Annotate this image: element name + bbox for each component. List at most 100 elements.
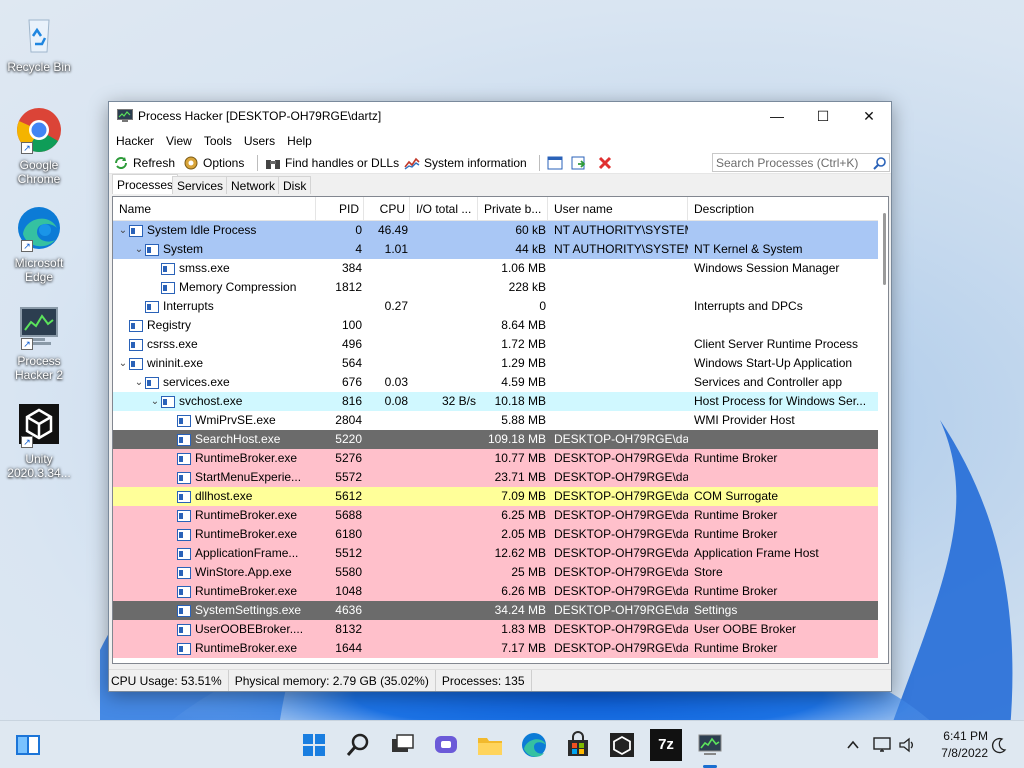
shortcut-arrow-icon: ↗ bbox=[21, 142, 33, 154]
expander-icon[interactable]: ⌄ bbox=[117, 354, 129, 373]
cell-name: ApplicationFrame... bbox=[113, 544, 316, 563]
table-row[interactable]: UserOOBEBroker.... 8132 1.83 MB DESKTOP-OH7… bbox=[113, 620, 888, 639]
cell-private-bytes: 1.06 MB bbox=[501, 261, 546, 275]
menu-tools[interactable]: Tools bbox=[198, 131, 238, 152]
menu-hacker[interactable]: Hacker bbox=[110, 131, 160, 152]
search-icon[interactable] bbox=[873, 156, 887, 170]
terminate-icon[interactable] bbox=[597, 155, 613, 171]
cell-description: User OOBE Broker bbox=[694, 622, 797, 636]
tab-disk[interactable]: Disk bbox=[278, 176, 312, 194]
table-row[interactable]: Memory Compression 1812 228 kB bbox=[113, 278, 888, 297]
table-row[interactable]: RuntimeBroker.exe 1048 6.26 MB DESKTOP-OH79… bbox=[113, 582, 888, 601]
unity-icon[interactable] bbox=[606, 729, 638, 761]
chevron-up-icon[interactable] bbox=[846, 738, 860, 752]
vertical-scrollbar[interactable] bbox=[878, 197, 888, 663]
table-row[interactable]: RuntimeBroker.exe 6180 2.05 MB DESKTOP-OH79… bbox=[113, 525, 888, 544]
desktop-icon-chrome[interactable]: ↗ Google Chrome bbox=[4, 106, 74, 186]
store-icon[interactable] bbox=[562, 729, 594, 761]
table-row[interactable]: RuntimeBroker.exe 5688 6.25 MB DESKTOP-OH79… bbox=[113, 506, 888, 525]
process-list[interactable]: Name PID CPU I/O total ... Private b... … bbox=[112, 196, 889, 664]
7zip-icon[interactable]: 7z bbox=[650, 729, 682, 761]
desktop-icon-recycle-bin[interactable]: Recycle Bin bbox=[4, 8, 74, 74]
expander-icon[interactable]: ⌄ bbox=[149, 392, 161, 411]
cell-io-total bbox=[410, 620, 478, 639]
widgets-icon[interactable] bbox=[12, 729, 44, 761]
table-row[interactable]: smss.exe 384 1.06 MB Windows Session Manage… bbox=[113, 259, 888, 278]
column-cpu[interactable]: CPU bbox=[364, 197, 410, 220]
clock-time[interactable]: 6:41 PM bbox=[932, 729, 988, 743]
table-row[interactable]: ⌄ System 4 1.01 44 kB NT AUTHORITY\SYSTEM NT K… bbox=[113, 240, 888, 259]
table-row[interactable]: WmiPrvSE.exe 2804 5.88 MB WMI Provider Host bbox=[113, 411, 888, 430]
search-input[interactable]: Search Processes (Ctrl+K) bbox=[712, 153, 890, 172]
cell-pid: 816 bbox=[341, 394, 362, 408]
process-icon bbox=[177, 604, 191, 617]
cell-pid: 5276 bbox=[335, 451, 362, 465]
table-row[interactable]: ⌄ System Idle Process 0 46.49 60 kB NT AUTHOR… bbox=[113, 221, 888, 240]
column-pid[interactable]: PID bbox=[316, 197, 364, 220]
system-information-button[interactable]: System information bbox=[404, 154, 527, 172]
table-row[interactable]: ApplicationFrame... 5512 12.62 MB DESKTOP-O… bbox=[113, 544, 888, 563]
title-bar[interactable]: Process Hacker [DESKTOP-OH79RGE\dartz] —… bbox=[109, 102, 891, 131]
task-view-icon[interactable] bbox=[386, 729, 418, 761]
start-icon[interactable] bbox=[298, 729, 330, 761]
menu-users[interactable]: Users bbox=[238, 131, 281, 152]
expander-icon[interactable]: ⌄ bbox=[133, 373, 145, 392]
process-name: services.exe bbox=[163, 375, 230, 389]
column-description[interactable]: Description bbox=[688, 197, 878, 220]
find-handles-button[interactable]: Find handles or DLLs bbox=[265, 154, 399, 172]
cell-user-name: DESKTOP-OH79RGE\dart bbox=[554, 584, 688, 598]
quiet-hours-icon[interactable] bbox=[990, 736, 1008, 754]
desktop-icon-unity[interactable]: ↗ Unity 2020.3.34... bbox=[4, 400, 74, 480]
desktop-icon-process-hacker[interactable]: ↗ Process Hacker 2 bbox=[4, 302, 74, 382]
tab-network[interactable]: Network bbox=[226, 176, 281, 194]
table-row[interactable]: StartMenuExperie... 5572 23.71 MB DESKTOP-O… bbox=[113, 468, 888, 487]
tab-processes[interactable]: Processes bbox=[112, 174, 179, 194]
file-explorer-icon[interactable] bbox=[474, 729, 506, 761]
close-button[interactable]: ✕ bbox=[846, 102, 892, 131]
network-icon[interactable] bbox=[872, 736, 892, 754]
expander-icon[interactable]: ⌄ bbox=[133, 240, 145, 259]
process-icon bbox=[177, 585, 191, 598]
minimize-button[interactable]: — bbox=[754, 102, 800, 131]
table-row[interactable]: WinStore.App.exe 5580 25 MB DESKTOP-OH79RGE… bbox=[113, 563, 888, 582]
options-button[interactable]: Options bbox=[183, 154, 244, 172]
column-io-total[interactable]: I/O total ... bbox=[410, 197, 478, 220]
table-row[interactable]: ⌄ wininit.exe 564 1.29 MB Windows Start-Up A… bbox=[113, 354, 888, 373]
menu-view[interactable]: View bbox=[160, 131, 198, 152]
table-row[interactable]: ⌄ svchost.exe 816 0.08 32 B/s 10.18 MB Host Pr… bbox=[113, 392, 888, 411]
table-row[interactable]: RuntimeBroker.exe 5276 10.77 MB DESKTOP-OH7… bbox=[113, 449, 888, 468]
table-row[interactable]: Interrupts 0.27 0 Interrupts and DPCs bbox=[113, 297, 888, 316]
process-icon bbox=[177, 566, 191, 579]
process-name: Interrupts bbox=[163, 299, 214, 313]
column-user-name[interactable]: User name bbox=[548, 197, 688, 220]
column-private-bytes[interactable]: Private b... bbox=[478, 197, 548, 220]
expander-icon[interactable]: ⌄ bbox=[117, 221, 129, 240]
cell-io-total bbox=[410, 487, 478, 506]
chat-icon[interactable] bbox=[430, 729, 462, 761]
scrollbar-thumb[interactable] bbox=[883, 213, 886, 285]
table-row[interactable]: RuntimeBroker.exe 1644 7.17 MB DESKTOP-OH79… bbox=[113, 639, 888, 658]
process-hacker-icon[interactable] bbox=[694, 729, 726, 761]
window-go-icon[interactable] bbox=[571, 155, 587, 171]
table-row[interactable]: SearchHost.exe 5220 109.18 MB DESKTOP-OH79R… bbox=[113, 430, 888, 449]
cell-description bbox=[688, 468, 866, 487]
menu-help[interactable]: Help bbox=[281, 131, 318, 152]
tab-services[interactable]: Services bbox=[172, 176, 229, 194]
cell-cpu bbox=[364, 620, 410, 639]
table-row[interactable]: SystemSettings.exe 4636 34.24 MB DESKTOP-OH… bbox=[113, 601, 888, 620]
volume-icon[interactable] bbox=[898, 736, 916, 754]
table-row[interactable]: dllhost.exe 5612 7.09 MB DESKTOP-OH79RGE\da… bbox=[113, 487, 888, 506]
cell-description bbox=[688, 221, 866, 240]
desktop-icon-edge[interactable]: ↗ Microsoft Edge bbox=[4, 204, 74, 284]
process-rows: ⌄ System Idle Process 0 46.49 60 kB NT AUTHOR… bbox=[113, 221, 888, 658]
clock-date[interactable]: 7/8/2022 bbox=[928, 746, 988, 760]
edge-icon[interactable] bbox=[518, 729, 550, 761]
table-row[interactable]: Registry 100 8.64 MB bbox=[113, 316, 888, 335]
window-icon[interactable] bbox=[547, 155, 563, 171]
refresh-button[interactable]: Refresh bbox=[113, 154, 175, 172]
maximize-button[interactable]: ☐ bbox=[800, 102, 846, 131]
table-row[interactable]: ⌄ services.exe 676 0.03 4.59 MB Services and … bbox=[113, 373, 888, 392]
search-icon[interactable] bbox=[342, 729, 374, 761]
table-row[interactable]: csrss.exe 496 1.72 MB Client Server Runtime… bbox=[113, 335, 888, 354]
column-name[interactable]: Name bbox=[113, 197, 316, 220]
